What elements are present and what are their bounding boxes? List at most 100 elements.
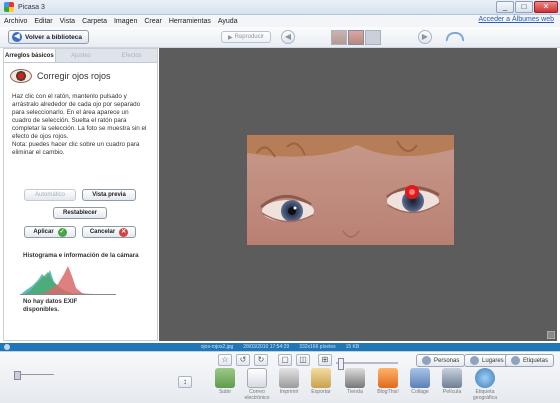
filmstrip-thumb[interactable]	[365, 30, 381, 45]
places-label: Lugares	[482, 357, 504, 364]
folder-icon	[311, 368, 331, 388]
geotag-button[interactable]: Etiqueta geográfica	[470, 368, 500, 401]
apply-label: Aplicar	[33, 229, 54, 235]
status-bar: ojos-rojos2.jpg 28/03/2010 17:54:29 332x…	[0, 343, 560, 351]
tag-icon	[511, 356, 520, 365]
back-to-library-button[interactable]: ◀ Volver a biblioteca	[8, 30, 89, 44]
back-to-library-label: Volver a biblioteca	[25, 33, 82, 41]
menu-bar: Archivo Editar Vista Carpeta Imagen Crea…	[0, 15, 560, 27]
collage-icon	[410, 368, 430, 388]
next-photo-button[interactable]: ▶	[418, 30, 432, 44]
tray-hold-icon[interactable]: ↕	[178, 376, 192, 388]
play-label: Reproducir	[234, 34, 264, 40]
histogram-graph	[20, 266, 116, 295]
back-arrow-icon: ◀	[12, 32, 22, 42]
zoom-slider[interactable]	[336, 358, 398, 370]
title-bar: Picasa 3 _ □ ✕	[0, 0, 560, 15]
status-dimensions: 332x166 píxeles	[299, 344, 336, 350]
filmstrip	[331, 30, 381, 45]
checkmark-icon: ✓	[57, 227, 67, 237]
play-icon: ▶	[228, 34, 233, 41]
print-label: Imprimir	[279, 389, 299, 395]
view-compare-icon[interactable]: ◫	[296, 354, 310, 366]
zoom-icon[interactable]: ⊞	[318, 354, 332, 366]
export-button[interactable]: Exportar	[306, 368, 336, 395]
menu-editar[interactable]: Editar	[34, 18, 52, 25]
status-icon	[4, 344, 10, 350]
rotate-view-icon[interactable]	[446, 32, 464, 42]
tray-slider[interactable]	[14, 371, 54, 380]
rotate-right-icon[interactable]: ↻	[254, 354, 268, 366]
child-face-photo	[247, 135, 454, 245]
photo-red-eye[interactable]	[247, 135, 454, 245]
sign-in-link[interactable]: Acceder a Álbumes web	[479, 16, 554, 23]
blogger-icon	[378, 368, 398, 388]
movie-button[interactable]: Película	[437, 368, 467, 395]
menu-imagen[interactable]: Imagen	[114, 18, 137, 25]
cancel-label: Cancelar	[89, 229, 116, 235]
photo-canvas[interactable]	[159, 48, 557, 341]
places-button[interactable]: Lugares	[464, 354, 510, 367]
window-controls: _ □ ✕	[496, 1, 558, 13]
menu-crear[interactable]: Crear	[144, 18, 162, 25]
cancel-button[interactable]: Cancelar ✕	[82, 226, 136, 238]
export-label: Exportar	[311, 389, 331, 395]
previous-photo-button[interactable]: ◀	[281, 30, 295, 44]
collage-label: Collage	[411, 389, 429, 395]
instructions-text: Haz clic con el ratón, mantenlo pulsado …	[12, 93, 147, 140]
edit-panel: Arreglos básicos Ajustes Efectos Corregi…	[3, 48, 158, 341]
exif-info: No hay datos EXIF disponibles.	[23, 298, 78, 313]
maximize-button[interactable]: □	[515, 1, 533, 13]
menu-vista[interactable]: Vista	[60, 18, 75, 25]
close-button[interactable]: ✕	[534, 1, 558, 13]
collage-button[interactable]: Collage	[405, 368, 435, 395]
tab-basic-fixes[interactable]: Arreglos básicos	[4, 49, 56, 62]
cancel-x-icon: ✕	[119, 227, 129, 237]
blogthis-label: BlogThis!	[377, 389, 399, 395]
tags-button[interactable]: Etiquetas	[505, 354, 555, 367]
preview-button[interactable]: Vista previa	[82, 189, 136, 201]
histogram-title: Histograma e información de la cámara	[23, 252, 139, 259]
rotate-left-icon[interactable]: ↺	[236, 354, 250, 366]
filmstrip-thumb-current[interactable]	[348, 30, 364, 45]
print-button[interactable]: Imprimir	[274, 368, 304, 395]
menu-archivo[interactable]: Archivo	[4, 18, 27, 25]
shop-button[interactable]: Tienda	[340, 368, 370, 395]
tool-header: Corregir ojos rojos	[4, 63, 157, 87]
email-button[interactable]: Correo electrónico	[242, 368, 272, 401]
minimize-button[interactable]: _	[496, 1, 514, 13]
edit-tabs: Arreglos básicos Ajustes Efectos	[4, 49, 157, 63]
status-filename: ojos-rojos2.jpg	[200, 344, 234, 350]
upload-button[interactable]: Subir	[210, 368, 240, 395]
auto-button[interactable]: Automático	[24, 189, 76, 201]
menu-carpeta[interactable]: Carpeta	[82, 18, 107, 25]
tool-instructions: Haz clic con el ratón, mantenlo pulsado …	[4, 87, 157, 157]
menu-ayuda[interactable]: Ayuda	[218, 18, 238, 25]
email-label: Correo electrónico	[244, 389, 270, 401]
geotag-label: Etiqueta geográfica	[472, 389, 498, 401]
view-single-icon[interactable]: ▢	[278, 354, 292, 366]
status-date: 28/03/2010 17:54:29	[243, 344, 290, 350]
apply-button[interactable]: Aplicar ✓	[24, 226, 76, 238]
window-title: Picasa 3	[18, 3, 45, 11]
reset-button[interactable]: Restablecer	[53, 207, 107, 219]
canvas-corner-handle[interactable]	[547, 331, 555, 339]
movie-label: Película	[442, 389, 462, 395]
tab-effects[interactable]: Efectos	[106, 49, 157, 62]
menu-herramientas[interactable]: Herramientas	[169, 18, 211, 25]
printer-icon	[279, 368, 299, 388]
slideshow-play-button[interactable]: ▶ Reproducir	[221, 31, 271, 43]
star-icon[interactable]: ☆	[218, 354, 232, 366]
status-size: 15 KB	[345, 344, 360, 350]
tab-tuning[interactable]: Ajustes	[56, 49, 107, 62]
filmstrip-thumb[interactable]	[331, 30, 347, 45]
email-icon	[247, 368, 267, 388]
picasa-app-icon	[4, 2, 14, 12]
upload-label: Subir	[218, 389, 232, 395]
photo-tray: ↕ ☆ ↺ ↻ ▢ ◫ ⊞ Personas Lugares Etiquetas…	[0, 351, 560, 403]
blogthis-button[interactable]: BlogThis!	[373, 368, 403, 395]
people-label: Personas	[434, 357, 460, 364]
globe-icon	[475, 368, 495, 388]
people-button[interactable]: Personas	[416, 354, 466, 367]
film-icon	[442, 368, 462, 388]
